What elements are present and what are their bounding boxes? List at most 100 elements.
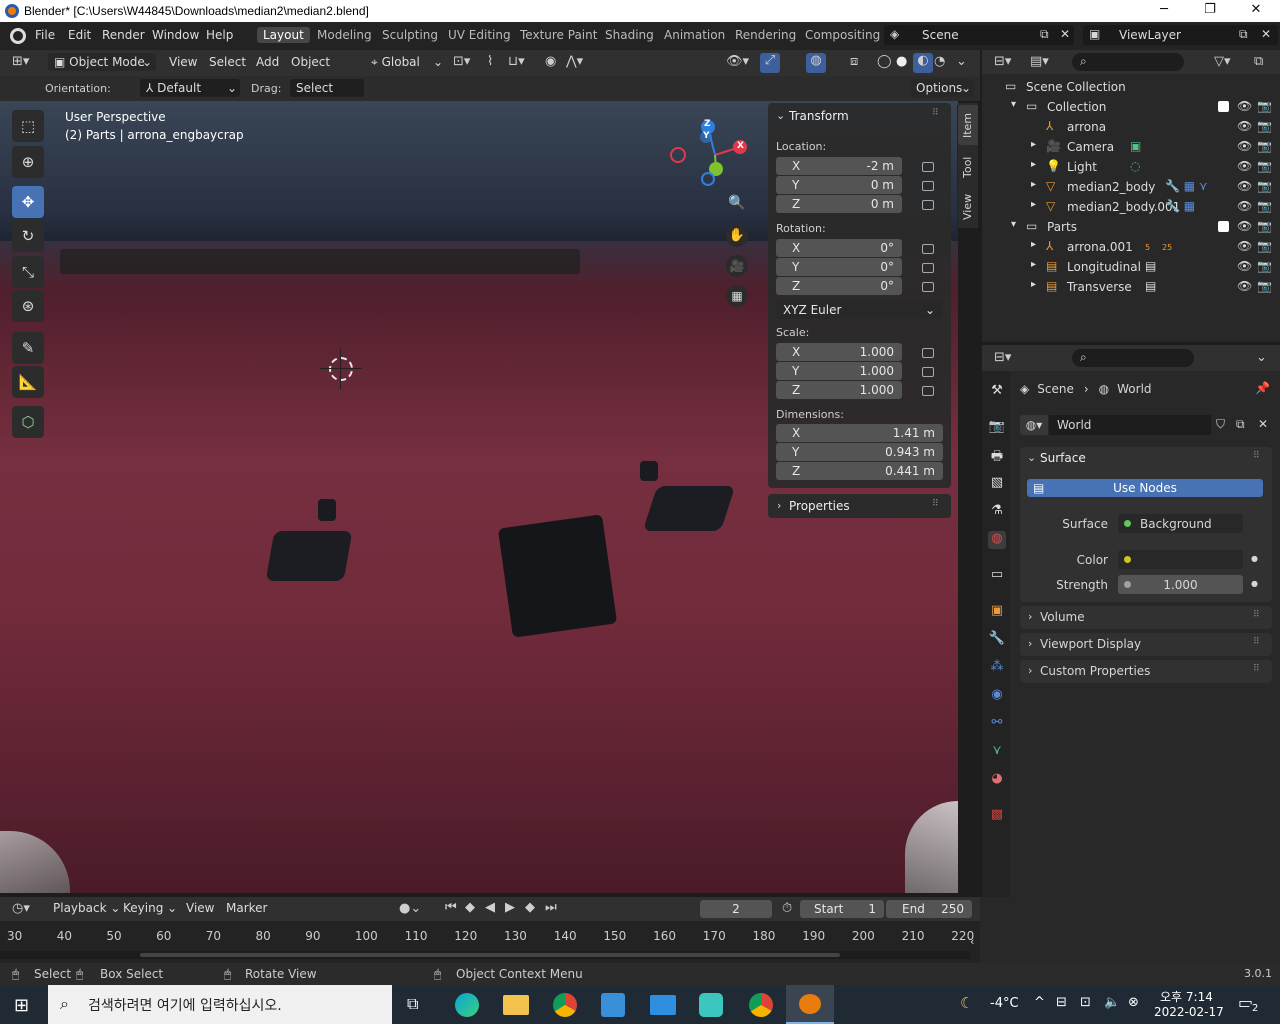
prev-keyframe-icon[interactable]: ◆ xyxy=(465,900,475,915)
cursor-tool-icon[interactable]: ⊕ xyxy=(12,146,44,178)
lock-icon[interactable] xyxy=(922,367,934,377)
stopwatch-icon[interactable]: ⏱ xyxy=(782,901,792,916)
collapse-chevron-icon[interactable]: ⌄ xyxy=(1027,451,1036,464)
ime-icon[interactable]: ⊗ xyxy=(1128,995,1139,1010)
scale-x-field[interactable]: X 1.000 xyxy=(776,343,902,361)
lock-icon[interactable] xyxy=(922,282,934,292)
tab-view[interactable]: View xyxy=(958,189,978,225)
play-reverse-icon[interactable]: ◀ xyxy=(485,900,495,915)
display-mode-icon[interactable]: ▤▾ xyxy=(1030,54,1049,69)
keying-menu[interactable]: Keying ⌄ xyxy=(123,901,177,915)
blender-menu-icon[interactable] xyxy=(10,28,26,44)
rendered-shading-icon[interactable]: ◔ xyxy=(934,54,945,69)
task-view-icon[interactable]: ⧉ xyxy=(407,994,418,1014)
collapse-chevron-icon[interactable]: ⌄ xyxy=(776,109,785,122)
texture-tab-icon[interactable]: ▩ xyxy=(988,807,1006,825)
chrome-icon[interactable] xyxy=(553,993,577,1017)
ortho-grid-icon[interactable]: ▦ xyxy=(726,285,748,307)
play-icon[interactable]: ▶ xyxy=(505,900,515,915)
unlink-icon[interactable]: ✕ xyxy=(1258,417,1268,431)
collection-tab-icon[interactable]: ▭ xyxy=(988,567,1006,585)
snap-icon[interactable]: ⌇ xyxy=(487,54,493,69)
jump-start-icon[interactable]: ⏮ xyxy=(445,900,457,915)
expand-right-icon[interactable]: ▸ xyxy=(1031,279,1036,290)
location-y-field[interactable]: Y 0 m xyxy=(776,176,902,194)
duplicate-view-layer-icon[interactable]: ⧉ xyxy=(1239,27,1248,42)
drag-handle-icon[interactable]: ⠿ xyxy=(1253,637,1260,647)
tab-sculpting[interactable]: Sculpting xyxy=(382,28,438,42)
custom-properties-panel[interactable]: › Custom Properties ⠿ xyxy=(1020,660,1272,683)
outliner-row-scene-collection[interactable]: ▭ Scene Collection xyxy=(985,77,1277,97)
snap-target-icon[interactable]: ⊔▾ xyxy=(508,54,525,69)
viewport-menu-view[interactable]: View xyxy=(169,55,197,69)
material-tab-icon[interactable]: ◕ xyxy=(988,771,1006,789)
menu-render[interactable]: Render xyxy=(102,28,145,42)
measure-tool-icon[interactable]: 📐 xyxy=(12,366,44,398)
expand-right-icon[interactable]: ▸ xyxy=(1031,139,1036,150)
rotation-x-field[interactable]: X 0° xyxy=(776,239,902,257)
constraints-tab-icon[interactable]: ⚯ xyxy=(988,715,1006,733)
world-tab-icon[interactable]: ◍ xyxy=(988,531,1006,549)
remove-view-layer-icon[interactable]: ✕ xyxy=(1261,27,1271,41)
data-badge-icon[interactable]: ▤ xyxy=(1145,279,1156,293)
location-z-field[interactable]: Z 0 m xyxy=(776,195,902,213)
outliner-search-input[interactable]: ⌕ xyxy=(1072,53,1184,71)
render-camera-icon[interactable]: 📷 xyxy=(1257,119,1272,133)
eye-icon[interactable]: 👁 xyxy=(1237,179,1252,193)
mail-icon[interactable] xyxy=(650,995,676,1015)
output-tab-icon[interactable]: 🖶 xyxy=(988,447,1006,465)
properties-subpanel[interactable]: › Properties ⠿ xyxy=(768,494,951,518)
app-star-icon[interactable] xyxy=(699,993,723,1017)
modifier-tab-icon[interactable]: 🔧 xyxy=(988,631,1006,649)
volume-icon[interactable]: 🔈 xyxy=(1104,995,1120,1010)
dimensions-z-field[interactable]: Z 0.441 m xyxy=(776,462,943,480)
clock-date[interactable]: 2022-02-17 xyxy=(1154,1005,1224,1019)
timeline-view-menu[interactable]: View xyxy=(186,901,214,915)
close-button[interactable]: ✕ xyxy=(1233,2,1279,20)
menu-window[interactable]: Window xyxy=(152,28,199,42)
blender-taskbar-button[interactable] xyxy=(786,985,834,1024)
tray-expand-icon[interactable]: ^ xyxy=(1034,995,1045,1010)
select-box-tool-icon[interactable]: ⬚ xyxy=(12,110,44,142)
transform-tool-icon[interactable]: ⊛ xyxy=(12,290,44,322)
menu-edit[interactable]: Edit xyxy=(68,28,91,42)
outliner-row[interactable]: ▸ ▤ Longitudinal ▤ 👁 📷 xyxy=(985,257,1277,277)
lock-icon[interactable] xyxy=(922,348,934,358)
expand-right-icon[interactable]: ▸ xyxy=(1031,199,1036,210)
dimensions-y-field[interactable]: Y 0.943 m xyxy=(776,443,943,461)
current-frame-field[interactable]: 2 xyxy=(700,900,772,918)
transform-orientation-dropdown[interactable]: ⌖ Global ⌄ xyxy=(365,53,445,71)
lock-icon[interactable] xyxy=(922,181,934,191)
surface-panel-title[interactable]: Surface xyxy=(1040,451,1086,465)
move-tool-icon[interactable]: ✥ xyxy=(12,186,44,218)
proportional-edit-icon[interactable]: ◉ xyxy=(545,54,556,69)
weather-temp[interactable]: -4°C xyxy=(990,996,1019,1011)
strength-field[interactable]: 1.000 xyxy=(1118,575,1243,594)
eye-icon[interactable]: 👁 xyxy=(1237,199,1252,213)
outliner-row[interactable]: ▸ 💡 Light ◌ 👁 📷 xyxy=(985,157,1277,177)
render-camera-icon[interactable]: 📷 xyxy=(1257,99,1272,113)
camera-view-icon[interactable]: 🎥 xyxy=(726,255,748,277)
location-x-field[interactable]: X -2 m xyxy=(776,157,902,175)
volume-panel[interactable]: › Volume ⠿ xyxy=(1020,606,1272,629)
expand-right-icon[interactable]: ▸ xyxy=(1031,259,1036,270)
tab-modeling[interactable]: Modeling xyxy=(317,28,372,42)
pan-hand-icon[interactable]: ✋ xyxy=(726,225,748,247)
tray-app-icon[interactable]: ⊟ xyxy=(1056,995,1067,1010)
eye-icon[interactable]: 👁 xyxy=(1237,219,1252,233)
data-badge-icon[interactable]: 🔧 ▦ xyxy=(1165,199,1195,213)
expand-down-icon[interactable]: ▾ xyxy=(1011,219,1016,230)
scene-selector[interactable]: ◈ Scene ⧉ ✕ xyxy=(884,25,1074,45)
tool-tab-icon[interactable]: ⚒ xyxy=(988,383,1006,401)
remove-scene-icon[interactable]: ✕ xyxy=(1060,27,1070,41)
tab-tool[interactable]: Tool xyxy=(958,149,978,185)
xray-icon[interactable]: ⧈ xyxy=(850,54,858,69)
edge-icon[interactable] xyxy=(455,993,479,1017)
render-camera-icon[interactable]: 📷 xyxy=(1257,279,1272,293)
data-badge-icon[interactable]: ▣ xyxy=(1130,139,1141,153)
data-badge-icon[interactable]: ▤ xyxy=(1145,259,1156,273)
outliner-row[interactable]: ⅄ arrona 👁 📷 xyxy=(985,117,1277,137)
fake-user-shield-icon[interactable]: ⛉ xyxy=(1216,417,1225,432)
overlay-toggle-icon[interactable]: ◍ xyxy=(806,53,826,73)
scale-z-field[interactable]: Z 1.000 xyxy=(776,381,902,399)
